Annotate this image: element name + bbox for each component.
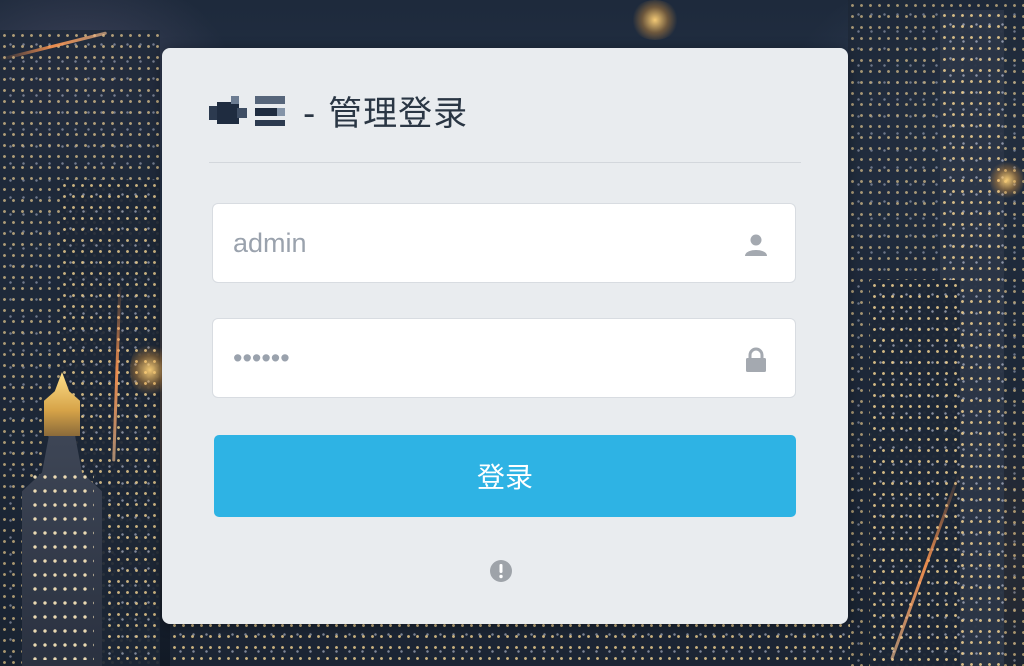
username-input[interactable] <box>213 204 753 282</box>
exclamation-circle-icon[interactable] <box>489 559 513 583</box>
user-icon <box>745 234 767 256</box>
username-field <box>212 203 796 283</box>
password-field <box>212 318 796 398</box>
page-title: - 管理登录 <box>303 94 469 134</box>
lock-icon <box>746 347 766 372</box>
login-header: - 管理登录 <box>209 84 801 163</box>
login-button[interactable]: 登录 <box>214 435 796 517</box>
login-card: - 管理登录 登录 <box>162 48 848 624</box>
site-logo <box>209 94 289 134</box>
password-input[interactable] <box>213 319 753 397</box>
